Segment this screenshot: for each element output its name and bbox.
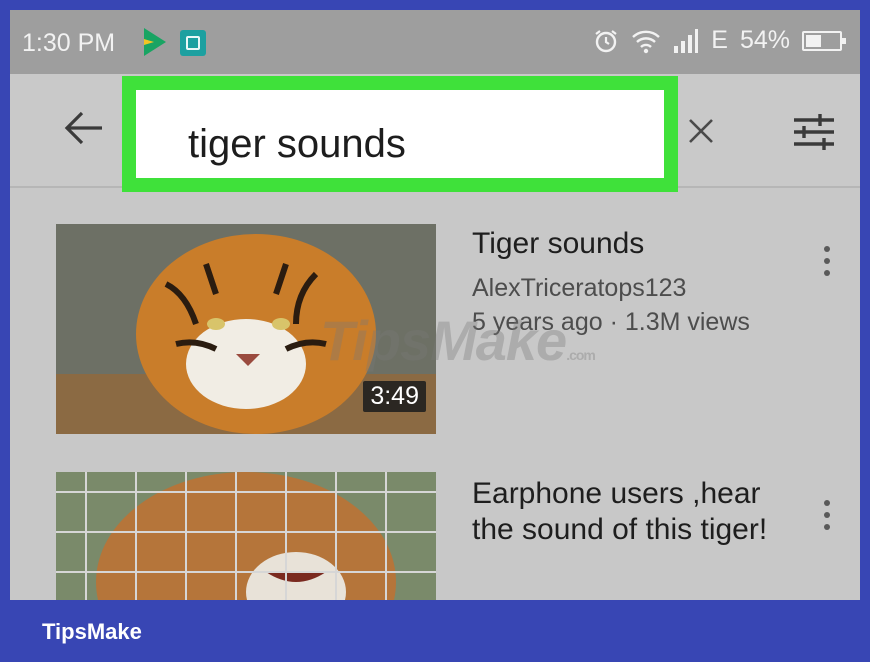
video-duration: 3:49 (363, 381, 426, 412)
video-title[interactable]: Earphone users ,hear the sound of this t… (472, 476, 792, 548)
search-highlight (122, 76, 678, 192)
clear-icon[interactable] (686, 116, 716, 146)
more-vert-icon[interactable] (822, 500, 832, 540)
battery-icon (802, 30, 846, 51)
footer-bar: TipsMake (0, 600, 870, 662)
network-type: E (711, 26, 728, 54)
search-input[interactable] (188, 122, 628, 167)
video-title[interactable]: Tiger sounds (472, 226, 792, 262)
watermark-text: TipsMake (320, 309, 567, 372)
status-bar: 1:30 PM E 54% (10, 10, 860, 74)
battery-percent: 54% (739, 26, 790, 54)
alarm-icon (593, 28, 619, 54)
signal-icon (673, 28, 711, 54)
wifi-icon (631, 28, 661, 54)
screenshot-icon (180, 30, 206, 56)
status-icons: E 54% (593, 26, 846, 55)
watermark: TipsMake.com (320, 308, 596, 373)
video-channel: AlexTriceratops123 (472, 274, 687, 302)
status-time: 1:30 PM (22, 29, 116, 57)
battery-level-fill (806, 34, 822, 47)
filter-icon[interactable] (790, 112, 838, 152)
watermark-suffix: .com (566, 347, 596, 363)
search-toolbar (10, 74, 860, 192)
brand-label: TipsMake (42, 619, 142, 644)
video-result[interactable]: Earphone users ,hear the sound of this t… (10, 472, 860, 600)
more-vert-icon[interactable] (822, 246, 832, 286)
video-thumbnail[interactable] (56, 472, 436, 600)
phone-screen: 1:30 PM E 54% tiger sounds 3:49 Tiger so… (10, 10, 860, 600)
back-arrow-icon[interactable] (62, 108, 106, 148)
play-store-icon (144, 28, 166, 56)
